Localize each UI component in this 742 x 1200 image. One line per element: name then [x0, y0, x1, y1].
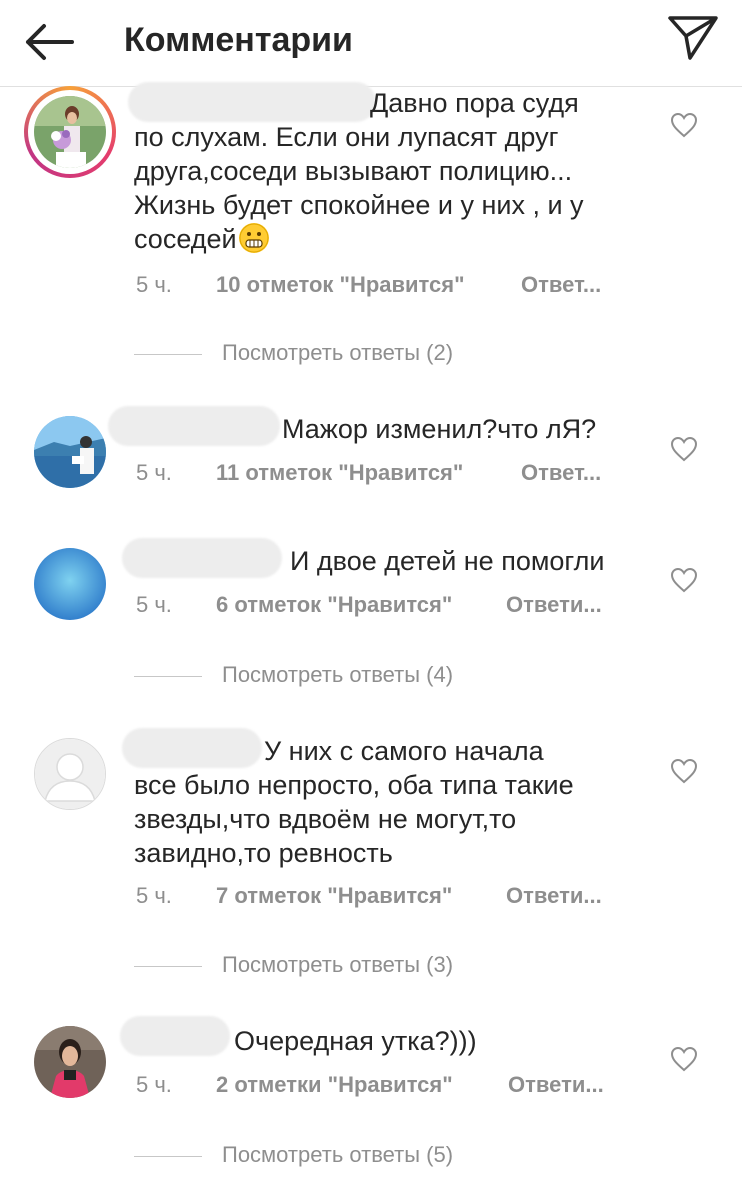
story-ring[interactable]	[24, 86, 116, 178]
page-title: Комментарии	[124, 21, 353, 59]
replies-divider	[134, 676, 202, 677]
view-replies-button[interactable]: Посмотреть ответы (5)	[134, 1142, 534, 1172]
reply-button[interactable]: Ответ...	[521, 460, 601, 486]
comment-text: Давно пора судя по слухам. Если они лупа…	[134, 88, 584, 254]
back-button[interactable]	[18, 18, 82, 66]
likes-count[interactable]: 11 отметок "Нравится"	[216, 460, 463, 486]
heart-icon[interactable]	[670, 567, 698, 593]
likes-count[interactable]: 10 отметок "Нравится"	[216, 272, 465, 298]
likes-count[interactable]: 6 отметок "Нравится"	[216, 592, 452, 618]
replies-divider	[134, 354, 202, 355]
view-replies-label: Посмотреть ответы (3)	[222, 952, 454, 977]
heart-icon[interactable]	[670, 1046, 698, 1072]
redacted-username	[120, 1016, 230, 1056]
reply-button[interactable]: Ответи...	[506, 883, 602, 909]
avatar[interactable]	[34, 738, 106, 810]
heart-icon[interactable]	[670, 112, 698, 138]
heart-icon[interactable]	[670, 436, 698, 462]
view-replies-label: Посмотреть ответы (4)	[222, 662, 454, 687]
avatar[interactable]	[34, 416, 106, 488]
comment-time: 5 ч.	[136, 883, 172, 908]
top-bar: Комментарии	[0, 0, 742, 87]
redacted-username	[108, 406, 280, 446]
view-replies-button[interactable]: Посмотреть ответы (3)	[134, 952, 534, 982]
view-replies-label: Посмотреть ответы (2)	[222, 340, 454, 365]
paper-plane-icon	[668, 16, 718, 60]
reply-button[interactable]: Ответ...	[521, 272, 601, 298]
view-replies-button[interactable]: Посмотреть ответы (2)	[134, 340, 534, 370]
comment-time: 5 ч.	[136, 592, 172, 617]
view-replies-label: Посмотреть ответы (5)	[222, 1142, 454, 1167]
replies-divider	[134, 1156, 202, 1157]
likes-count[interactable]: 7 отметок "Нравится"	[216, 883, 452, 909]
reply-button[interactable]: Ответи...	[506, 592, 602, 618]
view-replies-button[interactable]: Посмотреть ответы (4)	[134, 662, 534, 692]
comment-text: У них с самого начала все было непросто,…	[134, 736, 574, 868]
comment-text: Мажор изменил?что лЯ?	[282, 414, 597, 444]
redacted-username	[122, 538, 282, 578]
share-button[interactable]	[664, 12, 722, 64]
heart-icon[interactable]	[670, 758, 698, 784]
comment-time: 5 ч.	[136, 1072, 172, 1097]
avatar[interactable]	[34, 1026, 106, 1098]
comment-text: Очередная утка?)))	[234, 1026, 477, 1056]
replies-divider	[134, 966, 202, 967]
comment-text: И двое детей не помогли	[290, 546, 605, 576]
arrow-left-icon	[26, 24, 74, 60]
default-avatar-icon	[35, 739, 105, 809]
comment-time: 5 ч.	[136, 460, 172, 485]
avatar[interactable]	[34, 548, 106, 620]
reply-button[interactable]: Ответи...	[508, 1072, 604, 1098]
likes-count[interactable]: 2 отметки "Нравится"	[216, 1072, 453, 1098]
grinning-face-icon	[238, 223, 269, 253]
comment-time: 5 ч.	[136, 272, 172, 297]
avatar	[34, 96, 106, 168]
